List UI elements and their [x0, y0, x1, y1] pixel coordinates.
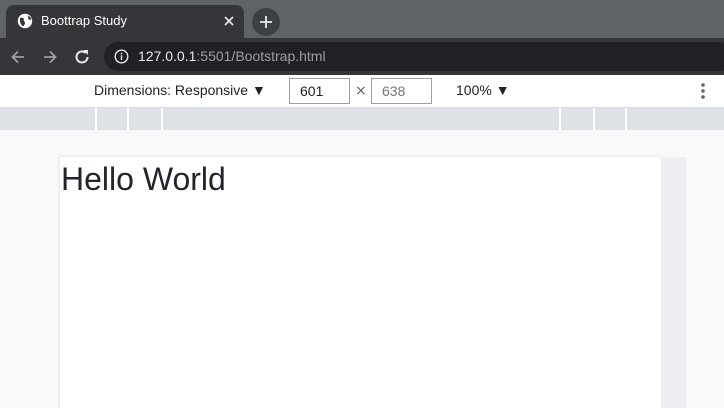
- times-symbol: ×: [355, 83, 367, 99]
- forward-arrow-icon[interactable]: [40, 47, 60, 67]
- url-path: :5501/Bootstrap.html: [196, 48, 326, 64]
- media-query-bar: [0, 108, 724, 130]
- more-options-icon[interactable]: [695, 81, 711, 101]
- page-viewport: Hello World: [60, 157, 661, 408]
- viewport-resize-handle[interactable]: [661, 157, 686, 408]
- globe-icon: [17, 13, 33, 29]
- dimensions-dropdown[interactable]: Dimensions: Responsive ▼: [94, 82, 266, 98]
- plus-icon: [260, 16, 272, 28]
- url-host: 127.0.0.1: [138, 48, 197, 64]
- browser-toolbar: 127.0.0.1:5501/Bootstrap.html: [0, 38, 724, 75]
- new-tab-button[interactable]: [252, 8, 280, 36]
- media-query-marker[interactable]: [161, 108, 163, 130]
- close-icon[interactable]: [222, 14, 236, 28]
- emulated-viewport-area: Hello World: [0, 130, 724, 408]
- width-input[interactable]: [289, 78, 350, 104]
- page-heading: Hello World: [61, 161, 226, 197]
- url-text[interactable]: 127.0.0.1:5501/Bootstrap.html: [138, 48, 326, 65]
- tab-title: Boottrap Study: [41, 13, 127, 28]
- media-query-marker[interactable]: [593, 108, 595, 130]
- back-arrow-icon[interactable]: [8, 47, 28, 67]
- browser-tab[interactable]: Boottrap Study: [6, 5, 244, 38]
- media-query-marker[interactable]: [559, 108, 561, 130]
- tab-strip: Boottrap Study: [0, 0, 724, 38]
- media-query-marker[interactable]: [127, 108, 129, 130]
- zoom-dropdown[interactable]: 100% ▼: [456, 82, 510, 98]
- reload-icon[interactable]: [72, 47, 92, 67]
- media-query-marker[interactable]: [625, 108, 627, 130]
- media-query-marker[interactable]: [95, 108, 97, 130]
- device-toolbar: Dimensions: Responsive ▼ × 100% ▼: [0, 75, 724, 108]
- address-bar[interactable]: 127.0.0.1:5501/Bootstrap.html: [104, 42, 724, 71]
- info-icon[interactable]: [114, 49, 129, 64]
- height-input[interactable]: [371, 78, 432, 104]
